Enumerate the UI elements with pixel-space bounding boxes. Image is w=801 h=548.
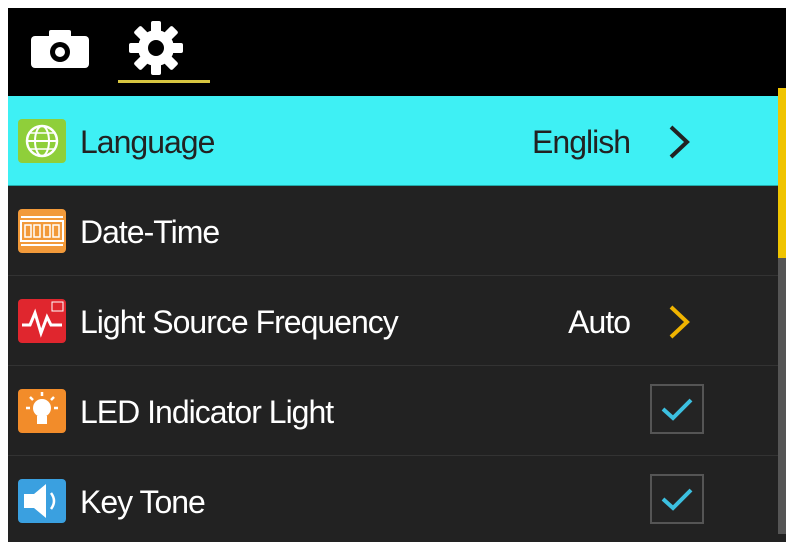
speaker-icon xyxy=(18,479,66,523)
setting-row-light-source-frequency[interactable]: Light Source Frequency Auto xyxy=(8,276,786,366)
tab-settings[interactable] xyxy=(118,18,194,78)
setting-value: English xyxy=(532,124,631,160)
scrollbar-thumb[interactable] xyxy=(778,88,786,258)
led-icon xyxy=(18,389,66,433)
gear-icon xyxy=(129,21,183,75)
setting-row-led-indicator-light[interactable]: LED Indicator Light xyxy=(8,366,786,456)
tab-camera[interactable] xyxy=(26,18,94,78)
setting-row-key-tone[interactable]: Key Tone xyxy=(8,456,786,542)
led-indicator-checkbox[interactable] xyxy=(650,384,704,434)
calendar-icon xyxy=(18,209,66,253)
setting-label: Date-Time xyxy=(80,214,220,250)
setting-label: Key Tone xyxy=(80,484,206,520)
chevron-right-icon[interactable] xyxy=(663,124,695,160)
settings-list: Language English Date-Time Light Source … xyxy=(8,96,786,542)
frequency-icon xyxy=(18,299,66,343)
checkmark-icon xyxy=(661,398,693,421)
chevron-right-icon[interactable] xyxy=(663,304,695,340)
setting-label: LED Indicator Light xyxy=(80,394,334,430)
tab-bar xyxy=(8,8,786,96)
setting-row-date-time[interactable]: Date-Time xyxy=(8,186,786,276)
key-tone-checkbox[interactable] xyxy=(650,474,704,524)
setting-label: Language xyxy=(80,124,215,160)
setting-row-language[interactable]: Language English xyxy=(8,96,786,186)
setting-label: Light Source Frequency xyxy=(80,304,399,340)
active-tab-indicator xyxy=(118,80,210,83)
setting-value: Auto xyxy=(568,304,631,340)
checkmark-icon xyxy=(661,488,693,511)
camera-settings-screen: Language English Date-Time Light Source … xyxy=(8,8,786,542)
globe-icon xyxy=(18,119,66,163)
camera-icon xyxy=(31,30,89,68)
